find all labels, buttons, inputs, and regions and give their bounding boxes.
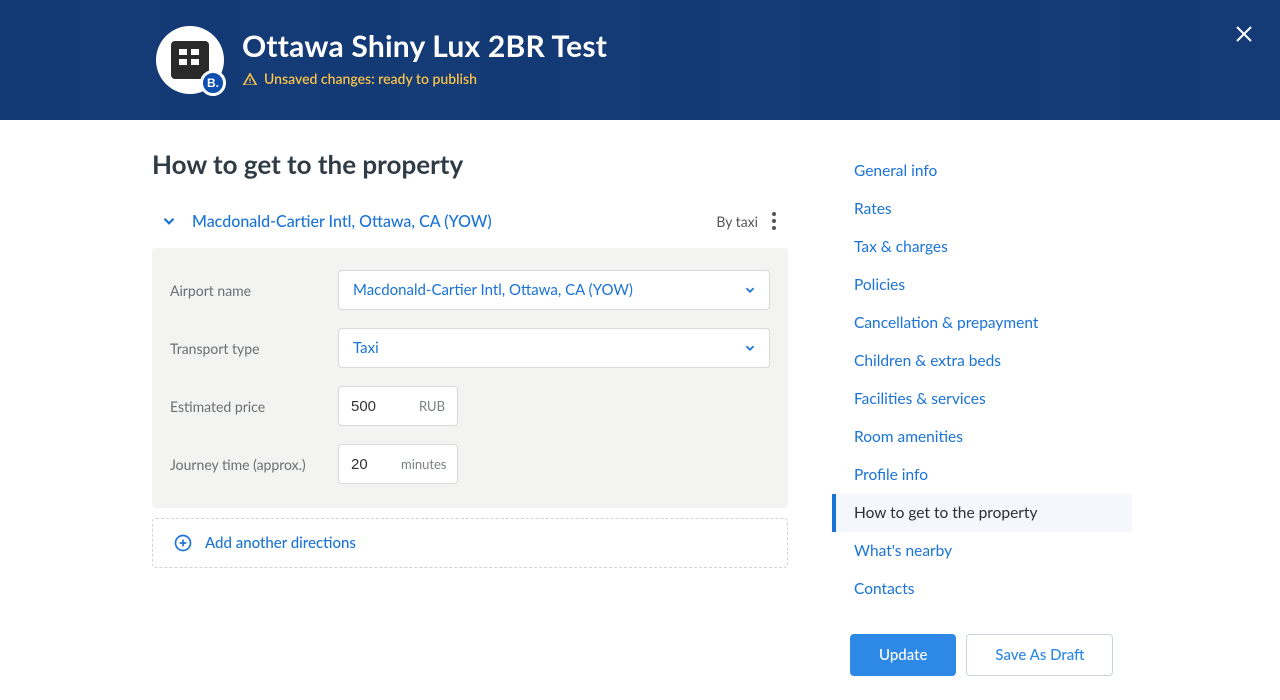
airport-name-value: Macdonald-Cartier Intl, Ottawa, CA (YOW) (353, 281, 633, 299)
accordion-title: Macdonald-Cartier Intl, Ottawa, CA (YOW) (192, 212, 492, 231)
page-title: How to get to the property (152, 148, 788, 180)
journey-time-label: Journey time (approx.) (170, 456, 338, 473)
accordion-meta: By taxi (716, 213, 758, 230)
nav-item[interactable]: Rates (832, 190, 1132, 228)
plus-circle-icon (173, 533, 193, 553)
nav-item[interactable]: Children & extra beds (832, 342, 1132, 380)
sidebar-nav: General infoRatesTax & chargesPoliciesCa… (832, 148, 1132, 676)
accordion-toggle[interactable]: Macdonald-Cartier Intl, Ottawa, CA (YOW) (160, 212, 492, 231)
price-unit: RUB (419, 398, 445, 414)
estimated-price-field: RUB (338, 386, 458, 426)
save-status: Unsaved changes: ready to publish (242, 70, 1280, 87)
more-actions-button[interactable] (768, 208, 780, 234)
main-content: How to get to the property Macdonald-Car… (152, 148, 788, 676)
hero-header: B. Ottawa Shiny Lux 2BR Test Unsaved cha… (0, 0, 1280, 120)
warning-icon (242, 71, 258, 87)
transport-type-value: Taxi (353, 339, 379, 357)
save-status-text: Unsaved changes: ready to publish (264, 70, 477, 87)
close-button[interactable] (1232, 22, 1256, 46)
journey-time-field: minutes (338, 444, 458, 484)
nav-item[interactable]: Tax & charges (832, 228, 1132, 266)
nav-item[interactable]: Cancellation & prepayment (832, 304, 1132, 342)
journey-time-input[interactable] (351, 456, 401, 473)
time-unit: minutes (401, 456, 446, 472)
chevron-down-icon (743, 283, 757, 297)
nav-item[interactable]: How to get to the property (832, 494, 1132, 532)
chevron-down-icon (743, 341, 757, 355)
nav-item[interactable]: Room amenities (832, 418, 1132, 456)
airport-name-select[interactable]: Macdonald-Cartier Intl, Ottawa, CA (YOW) (338, 270, 770, 310)
transport-type-select[interactable]: Taxi (338, 328, 770, 368)
save-draft-button[interactable]: Save As Draft (966, 634, 1113, 676)
add-directions-label: Add another directions (205, 534, 356, 552)
brand-badge: B. (200, 70, 226, 96)
directions-form: Airport name Macdonald-Cartier Intl, Ott… (152, 248, 788, 508)
property-avatar: B. (156, 26, 224, 94)
nav-item[interactable]: Policies (832, 266, 1132, 304)
nav-item[interactable]: Facilities & services (832, 380, 1132, 418)
estimated-price-input[interactable] (351, 398, 401, 415)
transport-type-label: Transport type (170, 340, 338, 357)
property-title: Ottawa Shiny Lux 2BR Test (242, 28, 1280, 64)
nav-item[interactable]: General info (832, 152, 1132, 190)
nav-item[interactable]: Profile info (832, 456, 1132, 494)
estimated-price-label: Estimated price (170, 398, 338, 415)
update-button[interactable]: Update (850, 634, 956, 676)
chevron-down-icon (160, 212, 178, 230)
nav-item[interactable]: Contacts (832, 570, 1132, 608)
airport-name-label: Airport name (170, 282, 338, 299)
nav-item[interactable]: What's nearby (832, 532, 1132, 570)
directions-accordion-header: Macdonald-Cartier Intl, Ottawa, CA (YOW)… (152, 208, 788, 248)
add-directions-button[interactable]: Add another directions (152, 518, 788, 568)
